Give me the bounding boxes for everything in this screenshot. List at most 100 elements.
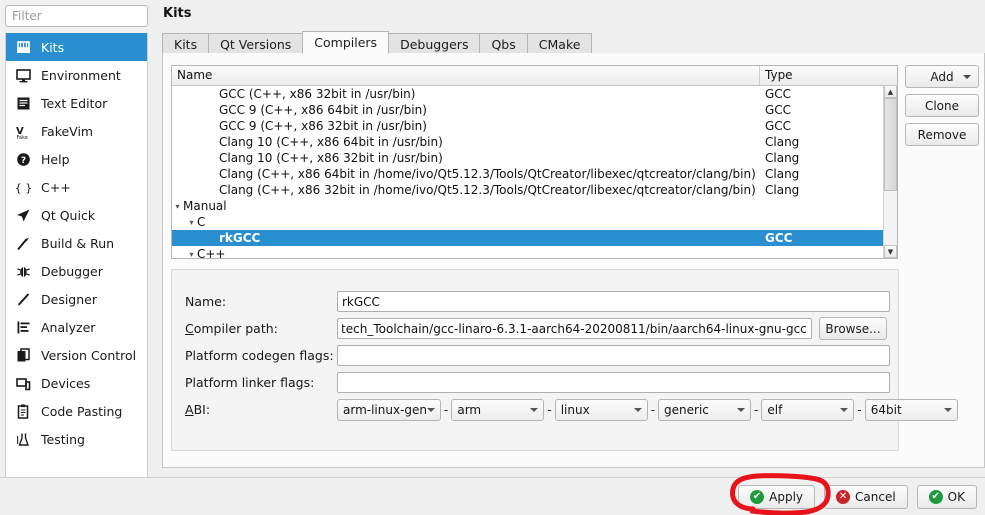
ok-button[interactable]: ✔ OK xyxy=(916,485,977,509)
filter-input[interactable] xyxy=(5,5,148,27)
chevron-down-icon[interactable] xyxy=(737,407,746,412)
tab-qt-versions[interactable]: Qt Versions xyxy=(208,33,304,54)
tree-row[interactable]: Clang (C++, x86 32bit in /home/ivo/Qt5.1… xyxy=(172,182,897,198)
sidebar-item-label: FakeVim xyxy=(41,123,94,139)
tree-action-buttons: Add Clone Remove xyxy=(905,65,979,152)
tree-row[interactable]: ▾ C xyxy=(172,214,897,230)
tree-body[interactable]: GCC (C++, x86 32bit in /usr/bin) GCC GCC 9… xyxy=(172,86,897,258)
sidebar-item-designer[interactable]: Designer xyxy=(6,285,147,313)
tree-row[interactable]: Clang 10 (C++, x86 64bit in /usr/bin) Cla… xyxy=(172,134,897,150)
remove-button[interactable]: Remove xyxy=(905,123,979,146)
tab-debuggers[interactable]: Debuggers xyxy=(388,33,481,54)
tree-row-type: Clang xyxy=(765,151,800,165)
sidebar-item-label: Environment xyxy=(41,67,121,83)
sidebar-item-label: Text Editor xyxy=(41,95,108,111)
abi-separator: - xyxy=(754,402,759,417)
tree-row[interactable]: Clang 10 (C++, x86 32bit in /usr/bin) Cla… xyxy=(172,150,897,166)
cancel-button[interactable]: ✕ Cancel xyxy=(824,485,908,509)
tree-row-type: GCC xyxy=(765,231,793,245)
tree-row[interactable]: ▾ Manual xyxy=(172,198,897,214)
compilers-tree[interactable]: Name Type GCC (C++, x86 32bit in /usr/bi… xyxy=(171,65,898,259)
tree-row[interactable]: GCC (C++, x86 32bit in /usr/bin) GCC xyxy=(172,86,897,102)
abi-combo-0[interactable]: arm-linux-gen xyxy=(337,398,441,421)
sidebar-item-testing[interactable]: I Testing xyxy=(6,425,147,453)
tree-row-name: GCC 9 (C++, x86 64bit in /usr/bin) xyxy=(172,102,760,118)
analyzer-icon xyxy=(14,318,32,336)
svg-text:{ }: { } xyxy=(15,181,32,194)
chevron-down-icon[interactable]: ▾ xyxy=(186,247,197,258)
tab-cmake[interactable]: CMake xyxy=(526,33,593,54)
sidebar-item-fakevim[interactable]: V Fake FakeVim xyxy=(6,117,147,145)
column-header-name[interactable]: Name xyxy=(172,66,760,85)
chevron-down-icon[interactable] xyxy=(840,407,849,412)
tree-row-type: Clang xyxy=(765,135,800,149)
abi-combo-1[interactable]: arm xyxy=(451,398,545,421)
tree-row-label: Clang (C++, x86 32bit in /home/ivo/Qt5.1… xyxy=(219,183,756,197)
chevron-down-icon[interactable] xyxy=(943,407,952,412)
abi-combo-2[interactable]: linux xyxy=(554,398,648,421)
sidebar-item-debugger[interactable]: Debugger xyxy=(6,257,147,285)
scroll-down-icon[interactable]: ▼ xyxy=(884,245,897,258)
sidebar-item-c[interactable]: { } C++ xyxy=(6,173,147,201)
tab-bar[interactable]: Kits Qt Versions Compilers Debuggers Qbs CMak… xyxy=(162,31,985,54)
sidebar-item-label: C++ xyxy=(41,179,71,195)
linker-flags-input[interactable] xyxy=(337,372,890,393)
version-control-icon xyxy=(14,346,32,364)
chevron-down-icon[interactable] xyxy=(963,74,971,79)
monitor-icon xyxy=(14,66,32,84)
sidebar-item-text-editor[interactable]: Text Editor xyxy=(6,89,147,117)
chevron-down-icon[interactable] xyxy=(427,407,435,412)
tree-row[interactable]: GCC 9 (C++, x86 32bit in /usr/bin) GCC xyxy=(172,118,897,134)
abi-separator: - xyxy=(547,402,552,417)
compiler-detail-form: Name: Compiler path: Browse... Platform … xyxy=(171,269,958,451)
sidebar-item-code-pasting[interactable]: Code Pasting xyxy=(6,397,147,425)
sidebar-item-help[interactable]: ? Help xyxy=(6,145,147,173)
abi-combo-3[interactable]: generic xyxy=(658,398,752,421)
tree-row[interactable]: Clang (C++, x86 64bit in /home/ivo/Qt5.1… xyxy=(172,166,897,182)
codegen-flags-label: Platform codegen flags: xyxy=(185,348,334,363)
abi-label: ABI: xyxy=(185,402,211,417)
sidebar-list[interactable]: Kits Environment Text Editor V Fake FakeVim? H… xyxy=(5,33,148,483)
tab-qbs[interactable]: Qbs xyxy=(479,33,528,54)
scroll-up-icon[interactable]: ▲ xyxy=(884,85,897,98)
column-header-type[interactable]: Type xyxy=(760,66,897,85)
tab-compilers[interactable]: Compilers xyxy=(302,31,390,54)
apply-button[interactable]: ✔ Apply xyxy=(738,485,816,509)
tree-row-name: ▾ Manual xyxy=(172,198,760,214)
sidebar-item-devices[interactable]: Devices xyxy=(6,369,147,397)
abi-combo-4[interactable]: elf xyxy=(761,398,855,421)
sidebar-item-kits[interactable]: Kits xyxy=(6,33,147,61)
bug-icon xyxy=(14,262,32,280)
abi-combo-5[interactable]: 64bit xyxy=(864,398,958,421)
chevron-down-icon[interactable]: ▾ xyxy=(186,215,197,230)
sidebar-item-qt-quick[interactable]: Qt Quick xyxy=(6,201,147,229)
codegen-flags-input[interactable] xyxy=(337,345,890,366)
tree-row-type xyxy=(760,214,897,230)
chevron-down-icon[interactable] xyxy=(633,407,642,412)
tree-row[interactable]: GCC 9 (C++, x86 64bit in /usr/bin) GCC xyxy=(172,102,897,118)
sidebar-item-environment[interactable]: Environment xyxy=(6,61,147,89)
compiler-path-input[interactable] xyxy=(337,318,812,339)
sidebar-item-analyzer[interactable]: Analyzer xyxy=(6,313,147,341)
chevron-down-icon[interactable] xyxy=(530,407,539,412)
tree-row[interactable]: rkGCC GCC xyxy=(172,230,897,246)
abi-combo-group: arm-linux-gen - arm - linux - generic - elf -64bi… xyxy=(337,398,958,421)
tree-row[interactable]: ▾ C++ xyxy=(172,246,897,258)
sidebar-item-build-run[interactable]: Build & Run xyxy=(6,229,147,257)
compilers-panel: Name Type GCC (C++, x86 32bit in /usr/bi… xyxy=(162,53,985,468)
name-input[interactable] xyxy=(337,291,890,312)
browse-button[interactable]: Browse... xyxy=(819,317,887,340)
scrollbar-thumb[interactable] xyxy=(884,98,897,191)
tree-scrollbar[interactable]: ▲ ▼ xyxy=(883,85,897,258)
sidebar-item-version-control[interactable]: Version Control xyxy=(6,341,147,369)
abi-combo-value: arm xyxy=(457,402,482,417)
dialog-buttons: ✔ Apply ✕ Cancel ✔ OK xyxy=(729,485,977,509)
form-row-abi: ABI: arm-linux-gen - arm - linux - generic - elf… xyxy=(185,396,958,423)
chevron-down-icon[interactable]: ▾ xyxy=(172,199,183,214)
tree-row-label: Manual xyxy=(183,199,227,213)
button-label: Remove xyxy=(917,127,967,142)
clone-button[interactable]: Clone xyxy=(905,94,979,117)
sidebar: Kits Environment Text Editor VFake FakeVim? H… xyxy=(0,0,153,487)
tab-kits[interactable]: Kits xyxy=(162,33,210,54)
add-button[interactable]: Add xyxy=(905,65,979,88)
